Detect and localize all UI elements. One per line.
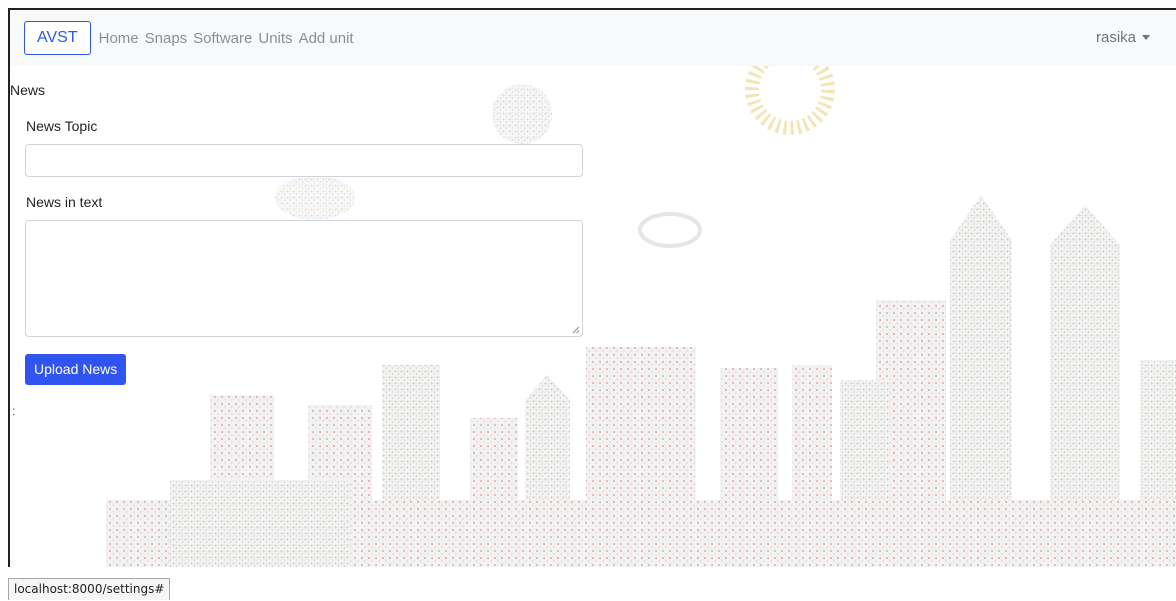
browser-viewport: AVST Home Snaps Software Units Add unit … <box>8 8 1176 567</box>
caret-down-icon <box>1142 35 1150 40</box>
nav-link-add-unit[interactable]: Add unit <box>299 30 354 47</box>
status-bar-url: localhost:8000/settings# <box>8 578 171 600</box>
news-topic-label: News Topic <box>26 118 98 134</box>
nav-link-home[interactable]: Home <box>99 30 139 47</box>
top-navbar: AVST Home Snaps Software Units Add unit … <box>10 10 1176 66</box>
stray-text: : <box>12 404 16 418</box>
brand-link[interactable]: AVST <box>24 21 91 55</box>
user-name: rasika <box>1095 29 1136 46</box>
nav-link-software[interactable]: Software <box>193 30 252 47</box>
resize-handle-icon[interactable] <box>572 326 580 334</box>
news-text-textarea[interactable] <box>25 220 583 337</box>
section-title: News <box>10 82 46 98</box>
user-dropdown[interactable]: rasika <box>1096 10 1150 66</box>
nav-link-units[interactable]: Units <box>258 30 292 47</box>
news-text-label: News in text <box>26 194 103 210</box>
upload-news-button[interactable]: Upload News <box>25 354 127 385</box>
nav-link-snaps[interactable]: Snaps <box>145 30 188 47</box>
news-topic-input[interactable] <box>25 144 583 177</box>
